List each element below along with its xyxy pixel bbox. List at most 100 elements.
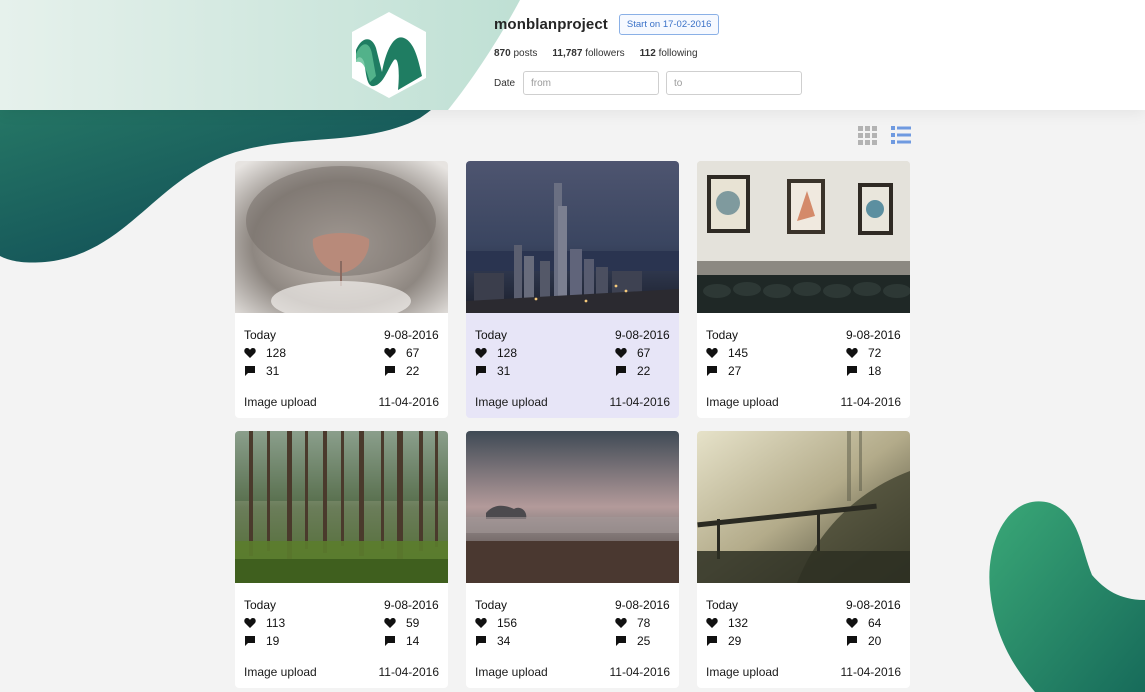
likes-count-secondary: 78 [637, 616, 651, 630]
post-type: Image upload [475, 395, 548, 409]
list-view-icon [891, 126, 911, 144]
post-day: Today [706, 598, 739, 612]
date-from-input[interactable] [523, 71, 659, 95]
date-filter: Date [494, 71, 809, 95]
post-type: Image upload [475, 665, 548, 679]
posts-grid: Today 9-08-2016 128 67 31 22 Image uploa… [235, 161, 910, 688]
heart-icon [706, 618, 718, 628]
post-date: 9-08-2016 [384, 328, 439, 342]
post-card[interactable]: Today 9-08-2016 128 67 31 22 Image uploa… [235, 161, 448, 418]
comment-icon [245, 636, 255, 646]
post-date: 9-08-2016 [846, 328, 901, 342]
heart-icon [615, 618, 627, 628]
likes-count: 128 [497, 346, 518, 360]
comment-icon [707, 366, 717, 376]
profile-username: monblanproject [494, 15, 608, 33]
comments-count-secondary: 22 [637, 364, 651, 378]
grid-view-toggle[interactable] [857, 125, 877, 145]
upload-date: 11-04-2016 [609, 395, 671, 409]
post-type: Image upload [244, 665, 317, 679]
comment-icon [385, 636, 395, 646]
upload-date: 11-04-2016 [840, 665, 902, 679]
grid-view-icon [857, 125, 877, 145]
heart-icon [244, 618, 256, 628]
post-card[interactable]: Today 9-08-2016 145 72 27 18 Image uploa… [697, 161, 910, 418]
date-filter-label: Date [494, 77, 516, 89]
likes-count: 128 [266, 346, 287, 360]
post-photo-pine-forest[interactable] [235, 431, 448, 583]
post-card[interactable]: Today 9-08-2016 156 78 34 25 Image uploa… [466, 431, 679, 688]
date-to-input[interactable] [666, 71, 802, 95]
post-day: Today [244, 598, 277, 612]
comment-icon [616, 636, 626, 646]
comments-count: 19 [266, 634, 280, 648]
comments-count: 31 [266, 364, 280, 378]
comments-count-secondary: 22 [406, 364, 420, 378]
comments-count-secondary: 20 [868, 634, 882, 648]
comments-count: 34 [497, 634, 511, 648]
comment-icon [476, 636, 486, 646]
likes-count-secondary: 72 [868, 346, 882, 360]
post-date: 9-08-2016 [384, 598, 439, 612]
profile-stats: 870 posts 11,787 followers 112 following [494, 48, 809, 59]
upload-date: 11-04-2016 [378, 665, 440, 679]
heart-icon [244, 348, 256, 358]
comment-icon [847, 366, 857, 376]
post-day: Today [475, 598, 508, 612]
brand-logo [352, 12, 426, 98]
heart-icon [475, 618, 487, 628]
comment-icon [707, 636, 717, 646]
following-stat: 112 following [639, 48, 698, 59]
followers-stat: 11,787 followers [552, 48, 625, 59]
comment-icon [476, 366, 486, 376]
likes-count-secondary: 59 [406, 616, 420, 630]
heart-icon [846, 618, 858, 628]
post-day: Today [475, 328, 508, 342]
upload-date: 11-04-2016 [840, 395, 902, 409]
post-day: Today [706, 328, 739, 342]
post-photo-misty-field[interactable] [466, 431, 679, 583]
post-card[interactable]: Today 9-08-2016 132 64 29 20 Image uploa… [697, 431, 910, 688]
heart-icon [846, 348, 858, 358]
profile-info: monblanproject Start on 17-02-2016 870 p… [494, 13, 809, 95]
comments-count: 29 [728, 634, 742, 648]
likes-count: 145 [728, 346, 749, 360]
post-date: 9-08-2016 [615, 328, 670, 342]
post-photo-foggy-bridge[interactable] [697, 431, 910, 583]
comments-count-secondary: 14 [406, 634, 420, 648]
comments-count: 31 [497, 364, 511, 378]
upload-date: 11-04-2016 [609, 665, 671, 679]
comment-icon [245, 366, 255, 376]
post-card[interactable]: Today 9-08-2016 128 67 31 22 Image uploa… [466, 161, 679, 418]
heart-icon [615, 348, 627, 358]
likes-count: 132 [728, 616, 749, 630]
upload-date: 11-04-2016 [378, 395, 440, 409]
post-type: Image upload [706, 665, 779, 679]
likes-count-secondary: 64 [868, 616, 882, 630]
post-photo-framed-pictures[interactable] [697, 161, 910, 313]
comments-count: 27 [728, 364, 742, 378]
heart-icon [384, 348, 396, 358]
post-photo-city-skyline[interactable] [466, 161, 679, 313]
post-day: Today [244, 328, 277, 342]
list-view-toggle[interactable] [891, 125, 911, 145]
likes-count-secondary: 67 [637, 346, 651, 360]
post-photo-cat-nose[interactable] [235, 161, 448, 313]
comment-icon [847, 636, 857, 646]
heart-icon [475, 348, 487, 358]
post-date: 9-08-2016 [615, 598, 670, 612]
start-date-badge[interactable]: Start on 17-02-2016 [618, 13, 720, 35]
likes-count: 113 [266, 616, 286, 630]
comment-icon [616, 366, 626, 376]
post-type: Image upload [706, 395, 779, 409]
post-date: 9-08-2016 [846, 598, 901, 612]
likes-count: 156 [497, 616, 518, 630]
comment-icon [385, 366, 395, 376]
heart-icon [384, 618, 396, 628]
comments-count-secondary: 18 [868, 364, 882, 378]
likes-count-secondary: 67 [406, 346, 420, 360]
posts-stat: 870 posts [494, 48, 538, 59]
heart-icon [706, 348, 718, 358]
post-card[interactable]: Today 9-08-2016 113 59 19 14 Image uploa… [235, 431, 448, 688]
comments-count-secondary: 25 [637, 634, 651, 648]
